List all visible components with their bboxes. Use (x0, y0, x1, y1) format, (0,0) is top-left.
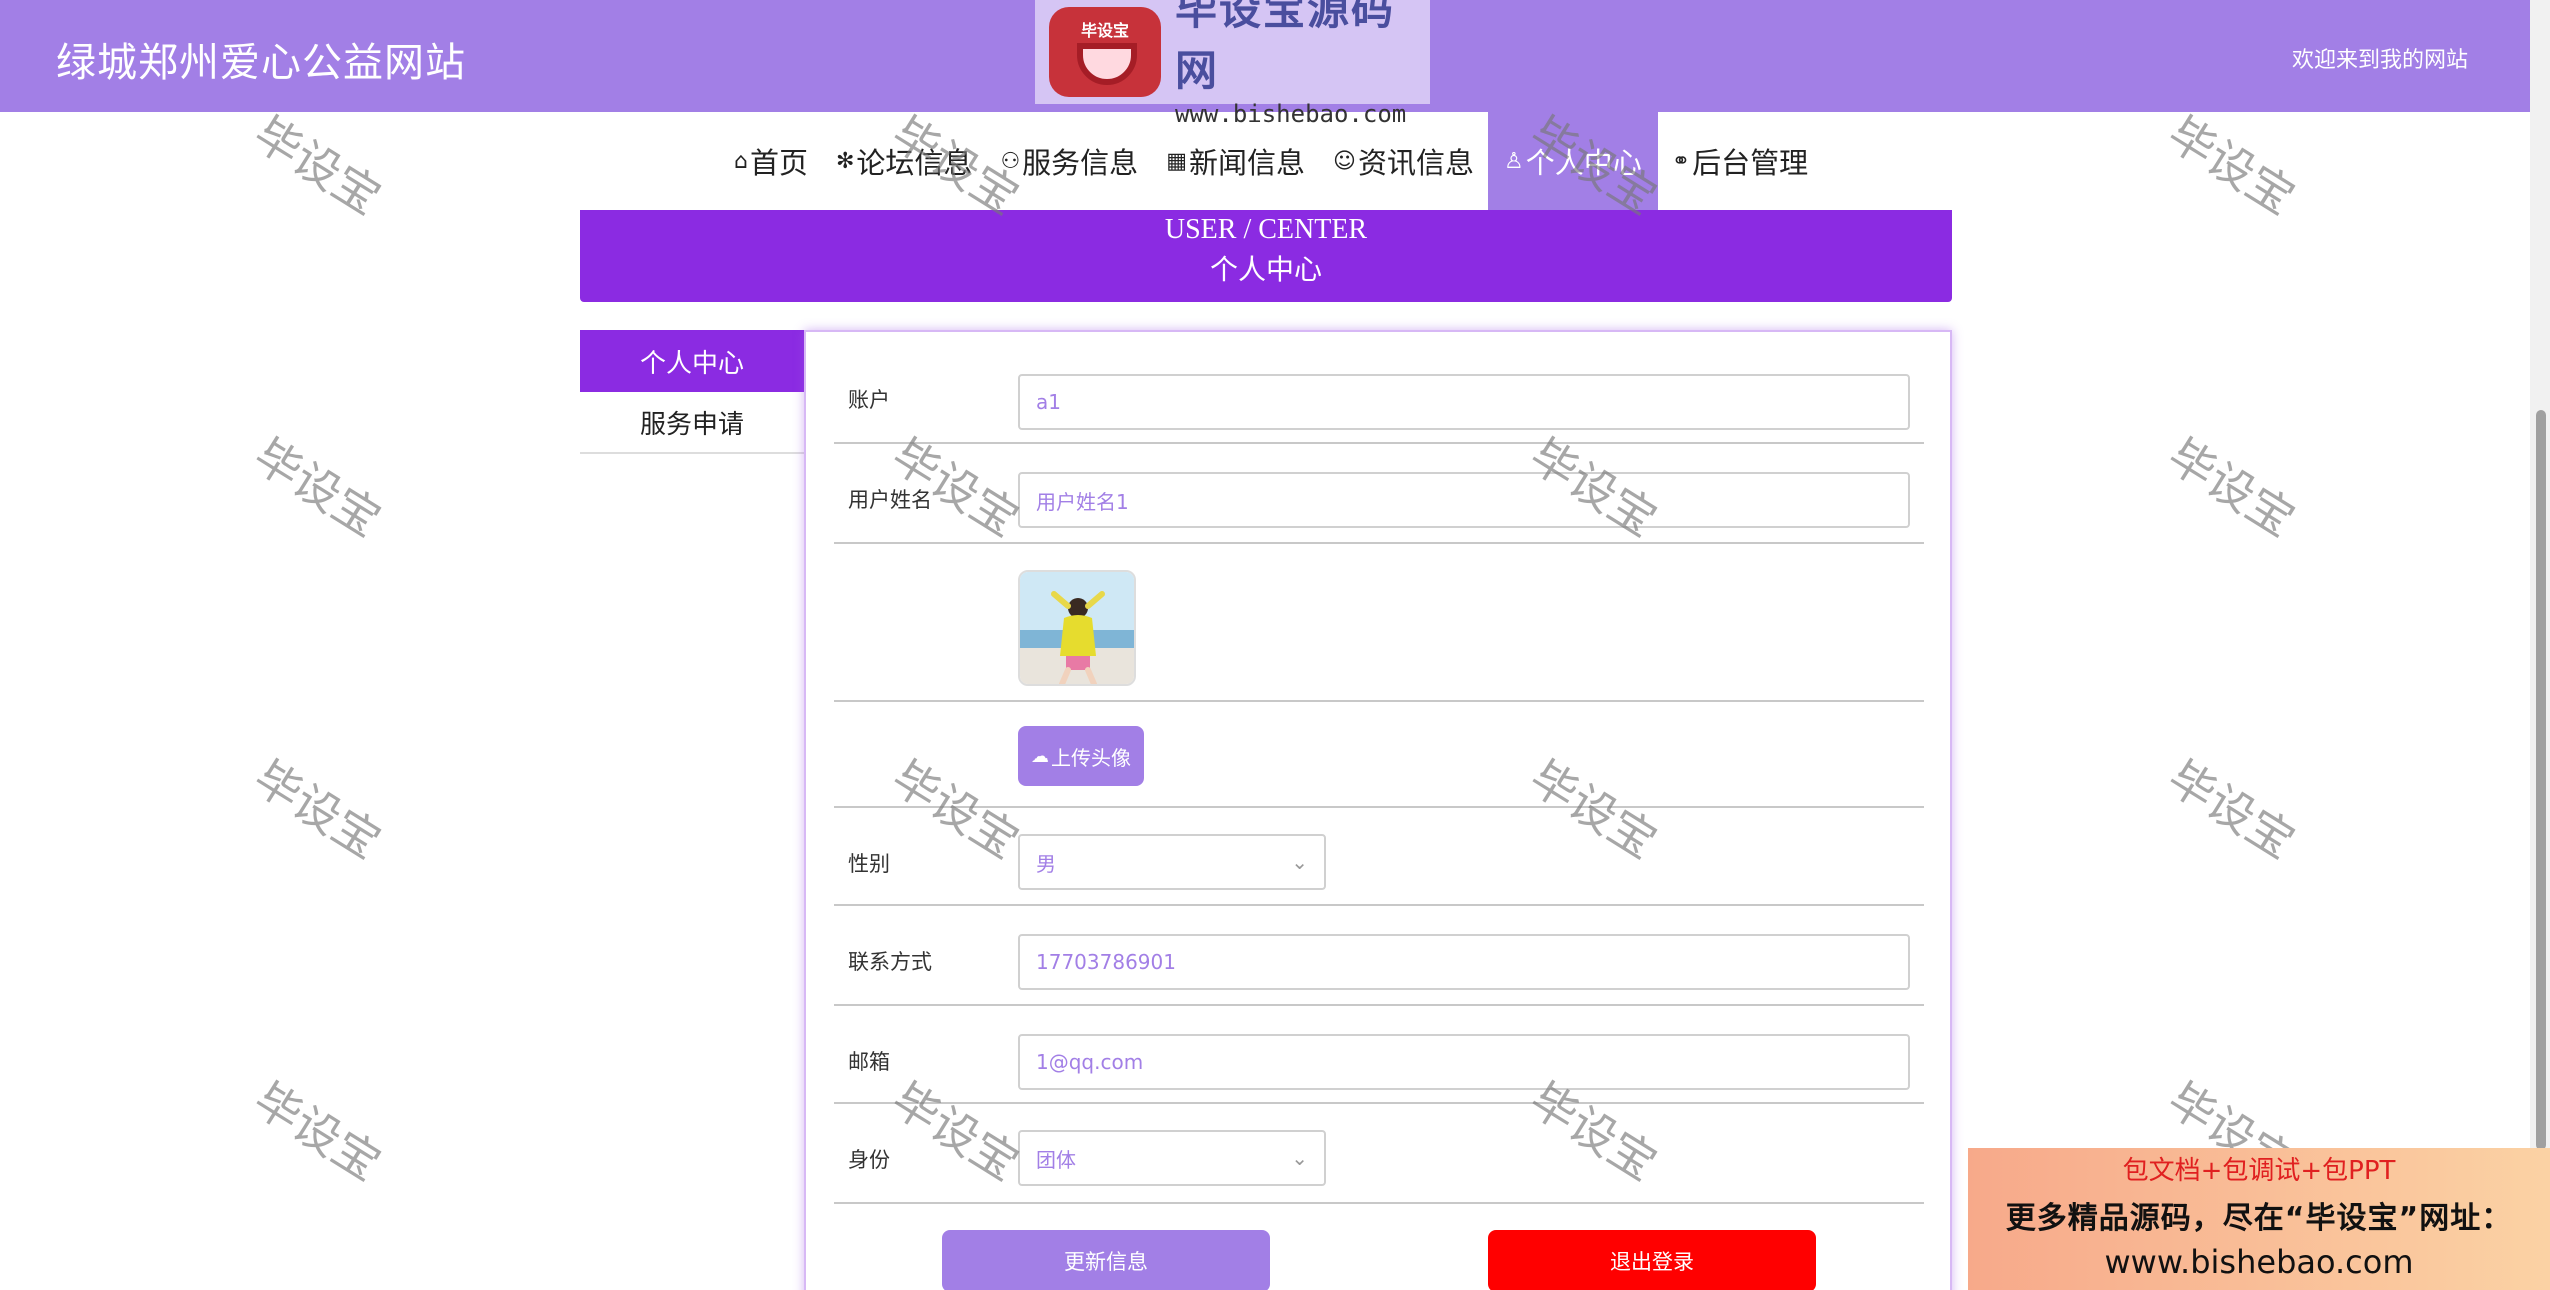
upload-avatar-button[interactable]: ☁ 上传头像 (1018, 726, 1144, 786)
nav-item-label: 个人中心 (1525, 146, 1642, 180)
form-row-gender: 性别 男 ⌄ (834, 808, 1924, 906)
avatar-image (1020, 572, 1134, 684)
watermark: 毕设宝 (244, 1072, 391, 1192)
chevron-down-icon: ⌄ (1291, 1146, 1308, 1170)
scrollbar-thumb[interactable] (2536, 410, 2546, 1150)
nav-item-label: 服务信息 (1022, 146, 1139, 180)
form-row-name: 用户姓名 用户姓名1 (834, 444, 1924, 544)
nav-item-news[interactable]: ▦ 新闻信息 (1152, 112, 1319, 210)
account-label: 账户 (848, 388, 890, 412)
nav-item-admin[interactable]: ⚭ 后台管理 (1658, 112, 1822, 210)
watermark: 毕设宝 (2158, 106, 2305, 226)
logo-text: 毕设宝源码网 www.bishebao.com (1175, 0, 1430, 128)
name-label: 用户姓名 (848, 488, 932, 512)
nav-item-label: 新闻信息 (1188, 146, 1305, 180)
logo-main-text: 毕设宝源码网 (1175, 0, 1396, 95)
cloud-upload-icon: ☁ (1031, 745, 1049, 767)
logo-badge-icon: 毕设宝 (1049, 7, 1162, 97)
site-title[interactable]: 绿城郑州爱心公益网站 (56, 30, 466, 88)
identity-label: 身份 (848, 1148, 890, 1172)
account-input[interactable]: a1 (1018, 374, 1910, 430)
ad-line-3: www.bishebao.com (2104, 1243, 2414, 1281)
form-row-upload: ☁ 上传头像 (834, 702, 1924, 808)
side-menu: 个人中心 服务申请 (580, 330, 804, 454)
nav-item-home[interactable]: ⌂ 首页 (720, 112, 822, 210)
form-row-account: 账户 a1 (834, 332, 1924, 444)
identity-value: 团体 (1036, 1147, 1076, 1172)
form-row-identity: 身份 团体 ⌄ (834, 1104, 1924, 1204)
nav-item-label: 首页 (749, 146, 808, 180)
nav-item-label: 资讯信息 (1357, 146, 1474, 180)
nav-item-info[interactable]: ☺ 资讯信息 (1319, 112, 1488, 210)
identity-select[interactable]: 团体 ⌄ (1018, 1130, 1326, 1186)
avatar (1018, 570, 1136, 686)
side-item-user-center[interactable]: 个人中心 (580, 330, 804, 392)
upload-avatar-label: 上传头像 (1051, 745, 1131, 770)
ad-banner[interactable]: 包文档+包调试+包PPT 更多精品源码，尽在“毕设宝”网址： www.bishe… (1968, 1148, 2550, 1290)
forum-icon: ✻ (835, 148, 855, 174)
phone-value: 17703786901 (1036, 950, 1176, 974)
welcome-text: 欢迎来到我的网站 (2291, 48, 2468, 73)
profile-form: 账户 a1 用户姓名 用户姓名1 ☁ 上传头像 性别 男 ⌄ 联系方式 1770… (804, 330, 1952, 1290)
nav-item-user-center[interactable]: ♙ 个人中心 (1487, 112, 1658, 210)
news-icon: ▦ (1166, 148, 1187, 174)
gender-label: 性别 (848, 852, 890, 876)
nav-item-label: 后台管理 (1692, 146, 1809, 180)
nav-item-service[interactable]: ⚇ 服务信息 (986, 112, 1152, 210)
user-icon: ♙ (1503, 148, 1524, 174)
form-row-avatar (834, 544, 1924, 702)
form-row-phone: 联系方式 17703786901 (834, 906, 1924, 1006)
account-value: a1 (1036, 390, 1061, 414)
home-icon: ⌂ (734, 148, 748, 174)
logo-face-icon (1077, 43, 1137, 85)
watermark: 毕设宝 (244, 750, 391, 870)
link-icon: ⚭ (1671, 148, 1691, 174)
email-label: 邮箱 (848, 1050, 890, 1074)
nav-item-forum[interactable]: ✻ 论坛信息 (822, 112, 986, 210)
main-nav: ⌂ 首页 ✻ 论坛信息 ⚇ 服务信息 ▦ 新闻信息 ☺ 资讯信息 ♙ 个人中心 … (720, 112, 1822, 210)
email-value: 1@qq.com (1036, 1050, 1144, 1074)
form-row-email: 邮箱 1@qq.com (834, 1006, 1924, 1104)
page-banner: USER / CENTER 个人中心 (580, 210, 1952, 302)
watermark: 毕设宝 (244, 106, 391, 226)
banner-title-cn: 个人中心 (1209, 253, 1322, 286)
site-header: 绿城郑州爱心公益网站 毕设宝 毕设宝源码网 www.bishebao.com 欢… (0, 0, 2530, 128)
update-info-button[interactable]: 更新信息 (942, 1230, 1270, 1290)
logo: 毕设宝 毕设宝源码网 www.bishebao.com (1035, 0, 1430, 128)
service-icon: ⚇ (1000, 148, 1021, 174)
logo-badge-text: 毕设宝 (1081, 21, 1130, 40)
banner-title-en: USER / CENTER (1164, 214, 1368, 245)
gender-select[interactable]: 男 ⌄ (1018, 834, 1326, 890)
watermark: 毕设宝 (244, 428, 391, 548)
gender-value: 男 (1036, 851, 1056, 876)
watermark: 毕设宝 (2158, 428, 2305, 548)
email-input[interactable]: 1@qq.com (1018, 1034, 1910, 1090)
phone-label: 联系方式 (848, 950, 932, 974)
name-value: 用户姓名1 (1036, 489, 1129, 514)
chevron-down-icon: ⌄ (1291, 850, 1308, 874)
watermark: 毕设宝 (2158, 750, 2305, 870)
smile-icon: ☺ (1333, 148, 1356, 174)
ad-line-1: 包文档+包调试+包PPT (2122, 1156, 2396, 1186)
nav-item-label: 论坛信息 (856, 146, 973, 180)
phone-input[interactable]: 17703786901 (1018, 934, 1910, 990)
logout-button[interactable]: 退出登录 (1488, 1230, 1816, 1290)
side-item-service-apply[interactable]: 服务申请 (580, 392, 804, 454)
name-input[interactable]: 用户姓名1 (1018, 472, 1910, 528)
ad-line-2: 更多精品源码，尽在“毕设宝”网址： (2005, 1201, 2513, 1236)
